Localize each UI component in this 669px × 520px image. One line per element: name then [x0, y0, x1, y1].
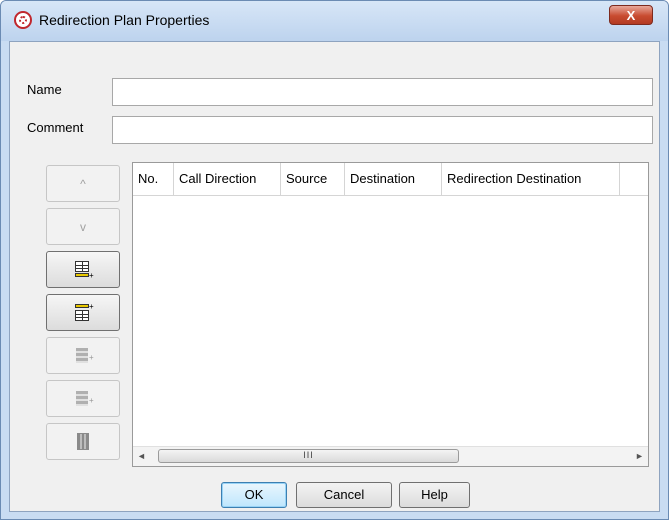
window-title: Redirection Plan Properties — [39, 12, 210, 28]
scroll-left-icon[interactable]: ◄ — [133, 447, 150, 466]
trash-icon — [74, 432, 92, 452]
table-insert-below-icon: + — [74, 260, 94, 280]
column-header-source[interactable]: Source — [281, 163, 345, 195]
column-header-no[interactable]: No. — [133, 163, 174, 195]
row-edit-icon: + — [74, 346, 94, 366]
close-button[interactable]: X — [609, 5, 653, 25]
chevron-up-icon: ^ — [80, 176, 86, 191]
table-insert-above-icon: + — [74, 302, 94, 323]
scroll-right-icon[interactable]: ► — [631, 447, 648, 466]
column-header-redirection-destination[interactable]: Redirection Destination — [442, 163, 620, 195]
dialog-body: Name Comment ^ v + + + + No. Call Direct… — [9, 41, 660, 512]
help-button[interactable]: Help — [399, 482, 470, 508]
name-label: Name — [27, 82, 62, 97]
dialog-window: Redirection Plan Properties X Name Comme… — [0, 0, 669, 520]
comment-label: Comment — [27, 120, 84, 135]
name-field[interactable] — [112, 78, 653, 106]
copy-row-button[interactable]: + — [46, 380, 120, 417]
insert-row-above-button[interactable]: + — [46, 294, 120, 331]
edit-row-button[interactable]: + — [46, 337, 120, 374]
insert-row-below-button[interactable]: + — [46, 251, 120, 288]
delete-row-button[interactable] — [46, 423, 120, 460]
close-icon: X — [626, 8, 636, 23]
globe-icon — [14, 11, 32, 29]
chevron-down-icon: v — [80, 219, 86, 234]
rules-table[interactable]: No. Call Direction Source Destination Re… — [132, 162, 649, 467]
title-bar[interactable]: Redirection Plan Properties X — [1, 1, 668, 41]
table-header: No. Call Direction Source Destination Re… — [133, 163, 648, 196]
column-header-destination[interactable]: Destination — [345, 163, 442, 195]
ok-button[interactable]: OK — [221, 482, 287, 508]
move-up-button[interactable]: ^ — [46, 165, 120, 202]
horizontal-scrollbar[interactable]: ◄ III ► — [133, 446, 648, 466]
scroll-thumb[interactable]: III — [158, 449, 459, 463]
comment-field[interactable] — [112, 116, 653, 144]
row-copy-icon: + — [74, 389, 94, 409]
cancel-button[interactable]: Cancel — [296, 482, 392, 508]
column-header-call-direction[interactable]: Call Direction — [174, 163, 281, 195]
move-down-button[interactable]: v — [46, 208, 120, 245]
